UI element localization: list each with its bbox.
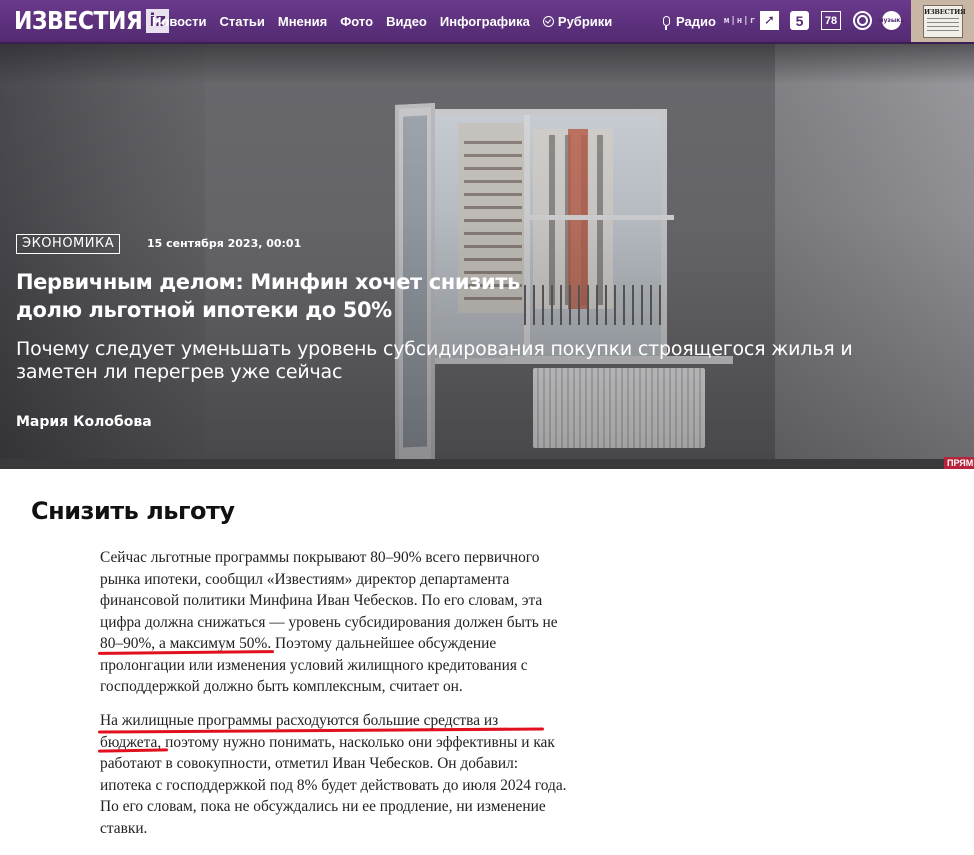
paragraph-line: ставки. — [100, 819, 148, 837]
article-paragraph-1: Сейчас льготные программы покрывают 80–9… — [100, 547, 610, 698]
channel-78-icon[interactable]: 78 — [821, 11, 841, 30]
nav-item-video[interactable]: Видео — [386, 14, 427, 29]
publish-date: 15 сентября 2023, 00:01 — [147, 237, 302, 250]
paragraph-line: Сейчас льготные программы покрывают 80–9… — [100, 549, 540, 566]
newspaper-title: ИЗВЕСТИЯ — [924, 8, 966, 16]
newspaper-cover: ИЗВЕСТИЯ — [923, 5, 966, 38]
radio-tag: м|н|r — [723, 16, 757, 26]
section-heading: Снизить льготу — [31, 497, 235, 525]
radio-label: Радио — [676, 13, 716, 29]
article-subtitle: Почему следует уменьшать уровень субсиди… — [16, 338, 956, 384]
nav-item-photo[interactable]: Фото — [340, 14, 373, 29]
article-subtitle-line: заметен ли перегрев уже сейчас — [16, 361, 343, 383]
paragraph-line: господдержкой должно быть комплексным, с… — [100, 678, 463, 695]
nav-item-articles[interactable]: Статьи — [220, 14, 265, 29]
paragraph-line: цифра должна снижаться — уровень субсиди… — [100, 613, 558, 631]
paragraph-line: работают в совокупности, отметил Иван Че… — [100, 755, 519, 772]
nav-item-opinions[interactable]: Мнения — [278, 14, 327, 29]
article-title-line: Первичным делом: Минфин хочет снизить — [16, 270, 520, 294]
rubrics-label: Рубрики — [557, 13, 613, 29]
article-subtitle-line: Почему следует уменьшать уровень субсиди… — [16, 338, 853, 360]
newspaper-text-lines — [927, 18, 959, 34]
live-badge[interactable]: ПРЯМ — [944, 457, 974, 469]
article-title-line: долю льготной ипотеки до 50% — [16, 298, 392, 322]
paragraph-line: рынка ипотеки, сообщил «Известиям» дирек… — [100, 570, 510, 588]
music-channel-icon[interactable]: музыка — [879, 11, 904, 30]
paragraph-line: финансовой политики Минфина Иван Чебеско… — [100, 592, 543, 609]
hero-image: ЭКОНОМИКА 15 сентября 2023, 00:01 Первич… — [0, 44, 974, 469]
paragraph-line: ипотека с господдержкой под 8% будет дей… — [100, 776, 567, 794]
microphone-icon — [663, 16, 670, 30]
logo-wordmark: ИЗВЕСТИЯ — [14, 6, 143, 36]
nav-item-rubrics[interactable]: Рубрики — [542, 13, 613, 29]
rubric-tag[interactable]: ЭКОНОМИКА — [16, 234, 121, 254]
ring-channel-icon[interactable] — [853, 11, 872, 30]
paragraph-line: По его словам, пока не обсуждались ни ее… — [100, 798, 546, 815]
channel-five-icon[interactable]: 5 — [790, 11, 809, 30]
top-navigation-bar: ИЗВЕСТИЯ iz Новости Статьи Мнения Фото В… — [0, 0, 974, 44]
site-logo[interactable]: ИЗВЕСТИЯ iz — [14, 7, 169, 35]
check-circle-icon — [542, 15, 554, 27]
paragraph-line: пролонгации или изменения условий жилищн… — [100, 656, 528, 674]
article-title: Первичным делом: Минфин хочет снизить до… — [16, 268, 716, 324]
arrow-channel-icon[interactable]: ➚ — [760, 11, 779, 30]
paragraph-line: бюджета, поэтому нужно понимать, насколь… — [100, 733, 555, 751]
article-author[interactable]: Мария Колобова — [16, 414, 152, 430]
nav-item-infographics[interactable]: Инфографика — [440, 14, 530, 29]
main-nav: Новости Статьи Мнения Фото Видео Инфогра… — [152, 0, 625, 42]
radio-link[interactable]: Радио м|н|r — [663, 0, 756, 42]
newspaper-thumbnail[interactable]: ИЗВЕСТИЯ — [911, 0, 974, 42]
nav-item-news[interactable]: Новости — [152, 14, 207, 29]
